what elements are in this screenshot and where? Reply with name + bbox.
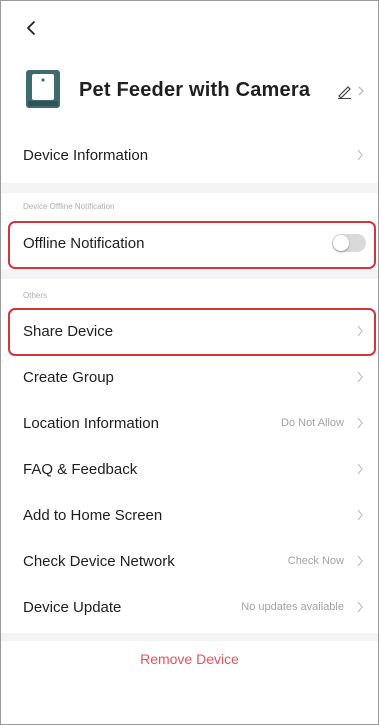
pet-feeder-icon [26,70,60,108]
offline-notification-toggle[interactable] [332,234,366,252]
device-header: Pet Feeder with Camera [1,53,378,131]
chevron-right-icon [357,417,363,429]
section-label-offline: Device Offline Notification [23,202,115,211]
chevron-right-icon [357,601,363,613]
device-update-row[interactable]: Device Update No updates available [1,583,378,631]
settings-screen: Pet Feeder with Camera Device Informatio… [0,0,379,725]
chevron-right-icon [357,463,363,475]
faq-feedback-label: FAQ & Feedback [23,460,138,478]
chevron-right-icon [357,371,363,383]
device-update-value: No updates available [241,601,344,613]
share-device-row[interactable]: Share Device [1,307,378,355]
create-group-row[interactable]: Create Group [1,353,378,401]
add-home-screen-label: Add to Home Screen [23,506,163,524]
pencil-icon[interactable] [336,83,366,99]
check-network-label: Check Device Network [23,552,175,570]
chevron-right-icon [357,149,363,161]
chevron-left-icon[interactable] [23,19,41,37]
toggle-knob [333,235,349,251]
section-label-others: Others [23,291,48,300]
remove-device-button[interactable]: Remove Device [1,651,378,667]
device-update-label: Device Update [23,598,122,616]
section-divider [1,183,378,193]
device-information-row[interactable]: Device Information [1,131,378,179]
offline-notification-label: Offline Notification [23,234,145,252]
create-group-label: Create Group [23,368,114,386]
check-network-row[interactable]: Check Device Network Check Now [1,537,378,585]
location-information-value: Do Not Allow [281,417,344,429]
add-home-screen-row[interactable]: Add to Home Screen [1,491,378,539]
share-device-label: Share Device [23,322,114,340]
location-information-label: Location Information [23,414,159,432]
top-bar [1,1,378,53]
device-information-label: Device Information [23,146,149,164]
section-divider [1,269,378,279]
faq-feedback-row[interactable]: FAQ & Feedback [1,445,378,493]
chevron-right-icon [357,509,363,521]
device-name: Pet Feeder with Camera [79,79,311,101]
offline-notification-row: Offline Notification [1,219,378,267]
chevron-right-icon [357,325,363,337]
check-network-value: Check Now [287,555,344,567]
location-information-row[interactable]: Location Information Do Not Allow [1,399,378,447]
chevron-right-icon [357,555,363,567]
section-divider [1,633,378,641]
